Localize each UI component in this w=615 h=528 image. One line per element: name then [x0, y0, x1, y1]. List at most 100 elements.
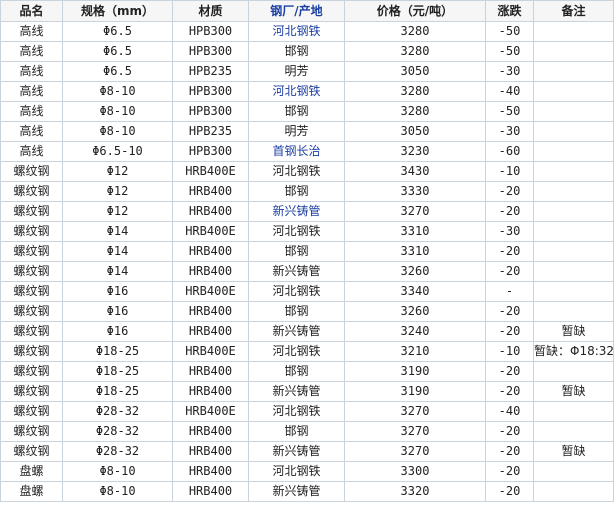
cell-material: HRB400 — [172, 361, 249, 382]
table-row: 螺纹钢 Φ28-32 HRB400 邯钢 3270 -20 — [0, 421, 614, 442]
cell-change: -30 — [485, 121, 534, 142]
cell-mill-origin: 河北钢铁 — [248, 161, 345, 182]
cell-product-name: 螺纹钢 — [0, 161, 63, 182]
cell-note: 暂缺 — [533, 321, 614, 342]
cell-price: 3320 — [344, 481, 486, 502]
cell-mill-origin: 新兴铸管 — [248, 481, 345, 502]
cell-mill-origin: 河北钢铁 — [248, 221, 345, 242]
cell-price: 3280 — [344, 41, 486, 62]
table-row: 螺纹钢 Φ16 HRB400E 河北钢铁 3340- — [0, 281, 614, 302]
table-row: 螺纹钢 Φ28-32 HRB400E 河北钢铁 3270 -40 — [0, 401, 614, 422]
cell-spec: Φ12 — [62, 161, 173, 182]
cell-product-name: 盘螺 — [0, 481, 63, 502]
table-row: 螺纹钢 Φ16 HRB400 新兴铸管 3240 -20 暂缺 — [0, 321, 614, 342]
cell-note — [533, 241, 614, 262]
cell-spec: Φ14 — [62, 221, 173, 242]
table-row: 螺纹钢 Φ18-25 HRB400 新兴铸管 3190 -20 暂缺 — [0, 381, 614, 402]
table-row: 螺纹钢 Φ14 HRB400E 河北钢铁 3310 -30 — [0, 221, 614, 242]
cell-mill-origin: 首钢长治 — [248, 141, 345, 162]
cell-spec: Φ8-10 — [62, 481, 173, 502]
cell-change: -50 — [485, 101, 534, 122]
cell-product-name: 螺纹钢 — [0, 261, 63, 282]
cell-material: HRB400E — [172, 341, 249, 362]
table-row: 高线 Φ6.5 HPB235 明芳 3050 -30 — [0, 61, 614, 82]
cell-mill-origin: 邯钢 — [248, 421, 345, 442]
cell-spec: Φ6.5 — [62, 61, 173, 82]
cell-price: 3280 — [344, 21, 486, 42]
cell-spec: Φ18-25 — [62, 361, 173, 382]
cell-mill-origin: 河北钢铁 — [248, 281, 345, 302]
cell-material: HPB235 — [172, 121, 249, 142]
cell-material: HRB400E — [172, 401, 249, 422]
cell-note — [533, 141, 614, 162]
header-note: 备注 — [533, 0, 614, 22]
cell-note: 暂缺 — [533, 441, 614, 462]
cell-product-name: 螺纹钢 — [0, 301, 63, 322]
cell-product-name: 盘螺 — [0, 461, 63, 482]
cell-change: -20 — [485, 421, 534, 442]
steel-price-table: 品名 规格（mm） 材质 钢厂/产地 价格（元/吨） 涨跌 备注 高线 Φ6.5 H… — [0, 0, 614, 502]
cell-mill-origin: 邯钢 — [248, 301, 345, 322]
cell-product-name: 高线 — [0, 81, 63, 102]
cell-material: HRB400E — [172, 161, 249, 182]
cell-note: 暂缺 — [533, 381, 614, 402]
cell-spec: Φ28-32 — [62, 421, 173, 442]
cell-spec: Φ16 — [62, 301, 173, 322]
cell-material: HRB400 — [172, 181, 249, 202]
cell-product-name: 螺纹钢 — [0, 221, 63, 242]
header-product-name: 品名 — [0, 0, 63, 22]
cell-material: HRB400E — [172, 281, 249, 302]
cell-change: -20 — [485, 261, 534, 282]
cell-material: HPB235 — [172, 61, 249, 82]
cell-product-name: 螺纹钢 — [0, 281, 63, 302]
cell-material: HRB400 — [172, 321, 249, 342]
cell-price: 3310 — [344, 221, 486, 242]
cell-price: 3230 — [344, 141, 486, 162]
cell-change: - — [485, 281, 534, 302]
header-change: 涨跌 — [485, 0, 534, 22]
cell-spec: Φ16 — [62, 281, 173, 302]
cell-change: -50 — [485, 41, 534, 62]
cell-spec: Φ16 — [62, 321, 173, 342]
cell-change: -30 — [485, 221, 534, 242]
cell-material: HPB300 — [172, 141, 249, 162]
cell-mill-origin: 河北钢铁 — [248, 341, 345, 362]
header-material: 材质 — [172, 0, 249, 22]
cell-note — [533, 61, 614, 82]
cell-material: HRB400 — [172, 261, 249, 282]
cell-price: 3260 — [344, 261, 486, 282]
cell-mill-origin: 河北钢铁 — [248, 21, 345, 42]
cell-price: 3190 — [344, 381, 486, 402]
cell-note — [533, 121, 614, 142]
cell-note — [533, 41, 614, 62]
cell-spec: Φ8-10 — [62, 101, 173, 122]
cell-mill-origin: 邯钢 — [248, 181, 345, 202]
cell-note — [533, 221, 614, 242]
cell-spec: Φ18-25 — [62, 381, 173, 402]
cell-material: HPB300 — [172, 101, 249, 122]
cell-price: 3210 — [344, 341, 486, 362]
table-body: 高线 Φ6.5 HPB300 河北钢铁 3280 -50 高线 Φ6.5 HPB300 邯钢 328… — [0, 21, 614, 502]
cell-product-name: 螺纹钢 — [0, 341, 63, 362]
cell-change: -10 — [485, 161, 534, 182]
cell-material: HRB400 — [172, 301, 249, 322]
cell-change: -20 — [485, 461, 534, 482]
cell-change: -20 — [485, 241, 534, 262]
cell-price: 3190 — [344, 361, 486, 382]
table-row: 螺纹钢Φ18-25HRB400E河北钢铁3210-10暂缺：Φ18:3250 — [0, 341, 614, 362]
cell-mill-origin: 新兴铸管 — [248, 201, 345, 222]
cell-price: 3050 — [344, 61, 486, 82]
cell-price: 3330 — [344, 181, 486, 202]
table-row: 螺纹钢 Φ14 HRB400 新兴铸管 3260 -20 — [0, 261, 614, 282]
cell-spec: Φ6.5-10 — [62, 141, 173, 162]
cell-material: HRB400E — [172, 221, 249, 242]
cell-spec: Φ6.5 — [62, 41, 173, 62]
table-row: 螺纹钢 Φ12 HRB400 邯钢 3330 -20 — [0, 181, 614, 202]
cell-note — [533, 21, 614, 42]
table-row: 高线 Φ6.5 HPB300 邯钢 3280 -50 — [0, 41, 614, 62]
cell-mill-origin: 邯钢 — [248, 241, 345, 262]
cell-note — [533, 101, 614, 122]
table-row: 高线 Φ8-10 HPB300 邯钢 3280 -50 — [0, 101, 614, 122]
cell-note — [533, 301, 614, 322]
cell-mill-origin: 新兴铸管 — [248, 381, 345, 402]
